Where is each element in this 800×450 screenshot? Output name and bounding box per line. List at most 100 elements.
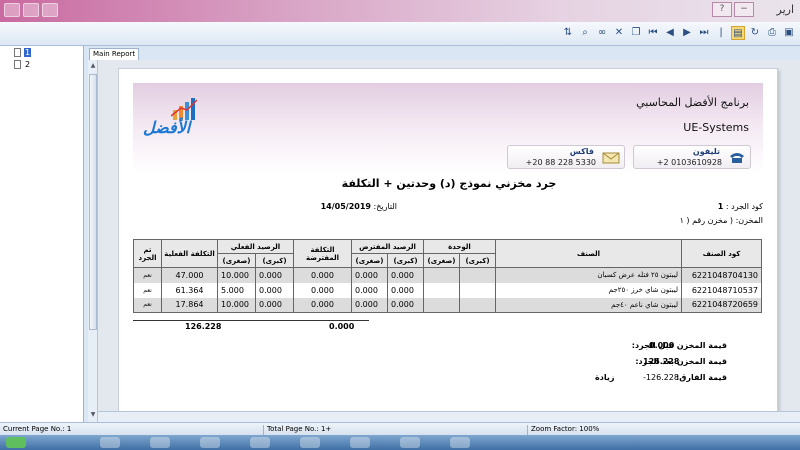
totals-divider: [133, 320, 369, 321]
restore-icon[interactable]: −: [734, 2, 754, 17]
table-row: نعم 61.364 5.000 0.000 0.000 0.000 0.000…: [133, 282, 762, 298]
help-icon[interactable]: ?: [712, 2, 732, 17]
tree-item-1[interactable]: 1: [14, 47, 83, 58]
taskbar-app-icon[interactable]: [300, 437, 320, 448]
col-unit-small: (صغرى): [423, 253, 460, 268]
col-counted: تم الجرد: [133, 239, 162, 268]
difference-label: قيمة الفارق:: [676, 373, 727, 382]
value-before-label: قيمة المخزن قبل الجرد:: [631, 341, 727, 350]
total-page-status: Total Page No.: 1+: [264, 425, 528, 435]
report-header: برنامج الأفضل المحاسبي UE-Systems الأفضل…: [133, 83, 763, 173]
copy-icon[interactable]: ❐: [629, 26, 643, 40]
window-buttons: ? −: [712, 2, 754, 17]
phone-label: تليفون: [692, 147, 720, 156]
scroll-up-icon[interactable]: ▲: [89, 62, 97, 71]
scroll-thumb[interactable]: [89, 74, 97, 330]
binoculars-icon[interactable]: ∞: [595, 26, 609, 40]
tab-bar: Main Report: [88, 46, 800, 60]
close-icon[interactable]: [4, 3, 20, 17]
title-bar: ? − ارير: [0, 0, 800, 22]
cell-item: ليبتون شاي خرز ٢٥٠جم: [495, 282, 682, 298]
refresh-icon[interactable]: ↻: [748, 26, 762, 40]
difference-value: -126.228: [643, 373, 679, 382]
chart-logo-icon: [171, 98, 197, 120]
horizontal-scrollbar[interactable]: [98, 411, 800, 422]
col-item: الصنف: [495, 239, 682, 268]
next-page-icon[interactable]: ▶: [680, 26, 694, 40]
tab-main-report[interactable]: Main Report: [89, 48, 140, 60]
cell-code: 6221048720659: [681, 297, 762, 313]
close-doc-icon[interactable]: ✕: [612, 26, 626, 40]
company-logo: الأفضل: [141, 96, 201, 146]
cell-actual-small: 10.000: [217, 297, 256, 313]
cell-assumed-big: 0.000: [387, 297, 424, 313]
col-unit-big: (كبرى): [459, 253, 496, 268]
inventory-code: كود الجرد : 1: [718, 202, 763, 211]
taskbar-app-icon[interactable]: [400, 437, 420, 448]
col-actual-cost: التكلفة الفعلية: [161, 239, 218, 268]
current-page-status: Current Page No.: 1: [0, 425, 264, 435]
phone-value: +2 0103610928: [656, 158, 722, 167]
inventory-code-value: 1: [717, 202, 724, 211]
scroll-down-icon[interactable]: ▼: [89, 411, 97, 420]
status-bar: Current Page No.: 1 Total Page No.: 1+ Z…: [0, 422, 800, 435]
export-icon[interactable]: ⇅: [561, 26, 575, 40]
cell-item: ليبتون ٢٥ فتله عرض كسبان: [495, 267, 682, 283]
col-assumed-big: (كبرى): [387, 253, 424, 268]
taskbar-app-icon[interactable]: [150, 437, 170, 448]
table-row: نعم 47.000 10.000 0.000 0.000 0.000 0.00…: [133, 267, 762, 283]
cell-unit-small: [423, 267, 460, 283]
cell-assumed-small: 0.000: [351, 267, 388, 283]
start-icon[interactable]: [6, 437, 26, 448]
inventory-code-label: كود الجرد :: [725, 202, 763, 211]
cell-unit-small: [423, 297, 460, 313]
print-icon[interactable]: ⎙: [765, 26, 779, 40]
taskbar-app-icon[interactable]: [450, 437, 470, 448]
cell-actual-small: 10.000: [217, 267, 256, 283]
taskbar-app-icon[interactable]: [100, 437, 120, 448]
cell-unit-small: [423, 282, 460, 298]
total-assumed-cost: 0.000: [329, 322, 355, 331]
taskbar-app-icon[interactable]: [350, 437, 370, 448]
group-tree: 1 2: [0, 46, 84, 422]
zoom-status: Zoom Factor: 100%: [531, 425, 600, 433]
cell-actual-big: 0.000: [255, 267, 294, 283]
cell-item: ليبتون شاي ناعم ٤٠جم: [495, 297, 682, 313]
cell-assumed-cost: 0.000: [293, 297, 352, 313]
first-page-icon[interactable]: ⏮: [646, 26, 660, 40]
col-actual-big: (كبرى): [255, 253, 294, 268]
maximize-icon[interactable]: [23, 3, 39, 17]
report-page: برنامج الأفضل المحاسبي UE-Systems الأفضل…: [118, 68, 778, 422]
date-label: التاريخ:: [373, 202, 397, 211]
company-name: برنامج الأفضل المحاسبي: [636, 96, 749, 109]
taskbar-app-icon[interactable]: [250, 437, 270, 448]
cell-actual-cost: 61.364: [161, 282, 218, 298]
date-value: 14/05/2019: [320, 202, 371, 211]
total-actual-cost: 126.228: [185, 322, 222, 331]
col-assumed-small: (صغرى): [351, 253, 388, 268]
col-item-code: كود الصنف: [681, 239, 762, 268]
cell-counted: نعم: [133, 282, 162, 298]
cell-actual-cost: 47.000: [161, 267, 218, 283]
phone-card: تليفون +2 0103610928: [633, 145, 751, 169]
vertical-scrollbar[interactable]: ▲ ▼: [88, 60, 98, 422]
document-icon: [14, 60, 21, 69]
report-date: التاريخ: 14/05/2019: [321, 202, 397, 211]
tree-item-2[interactable]: 2: [14, 59, 83, 70]
tree-toggle-icon[interactable]: ▤: [731, 26, 745, 40]
cell-assumed-small: 0.000: [351, 297, 388, 313]
prev-page-icon[interactable]: ◀: [663, 26, 677, 40]
cell-assumed-small: 0.000: [351, 282, 388, 298]
minimize-icon[interactable]: [42, 3, 58, 17]
search-icon[interactable]: ⌕: [578, 26, 592, 40]
logo-text: الأفضل: [143, 118, 191, 137]
last-page-icon[interactable]: ⏭: [697, 26, 711, 40]
document-icon: [14, 48, 21, 57]
phone-icon: [730, 153, 744, 163]
cell-code: 6221048704130: [681, 267, 762, 283]
value-after: 126.228: [643, 357, 680, 366]
cell-actual-big: 0.000: [255, 282, 294, 298]
taskbar-app-icon[interactable]: [200, 437, 220, 448]
page-setup-icon[interactable]: ▣: [782, 26, 796, 40]
report-viewer: برنامج الأفضل المحاسبي UE-Systems الأفضل…: [98, 60, 800, 422]
